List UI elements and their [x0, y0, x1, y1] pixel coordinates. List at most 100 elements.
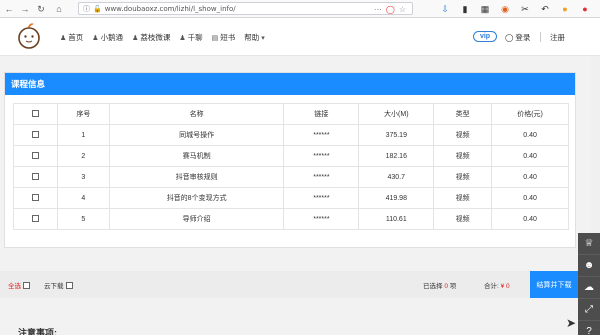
cell-price: 0.40 — [491, 166, 569, 188]
forward-arrow-icon[interactable]: → — [18, 2, 32, 16]
trophy-icon[interactable]: ♕ — [578, 233, 600, 255]
login-label: 登录 — [515, 33, 531, 42]
screenshot-icon[interactable]: ✂ — [520, 4, 530, 14]
caret-down-icon: ▾ — [261, 34, 265, 42]
vip-badge[interactable]: vip — [473, 31, 497, 42]
table-row[interactable]: 1 同城号操作 ****** 375.19 视频 0.40 — [13, 124, 569, 146]
reload-icon[interactable]: ↻ — [34, 2, 48, 16]
cell-price: 0.40 — [491, 208, 569, 230]
wechat-icon[interactable]: ☁ — [578, 277, 600, 299]
main-menu: ♟ 首页 ♟ 小鹅通 ♟ 荔枝微课 ♟ 千聊 ▤ 短书 帮助 ▾ — [60, 32, 265, 43]
more-icon[interactable]: ⋯ — [374, 5, 382, 14]
cell-type: 视频 — [433, 166, 493, 188]
url-text[interactable]: www.doubaoxz.com/lizhi/l_show_info/ — [105, 5, 236, 13]
checkout-bar: 全选 云下载 已选择 0 项 合计: ¥ 0 结算并下载 — [0, 271, 578, 298]
book-icon: ▤ — [211, 34, 219, 42]
notes-title: 注意事项: — [18, 328, 57, 335]
cell-type: 视频 — [433, 187, 493, 209]
menu-item-label: 短书 — [220, 33, 236, 42]
download-icon[interactable]: ⇩ — [440, 4, 450, 14]
header-checkbox-cell — [13, 103, 58, 125]
total-value: ¥ 0 — [500, 283, 510, 290]
home-icon: ♟ — [60, 34, 67, 42]
table-row[interactable]: 2 赛马机制 ****** 182.16 视频 0.40 — [13, 145, 569, 167]
sidebar-icon[interactable]: ▦ — [480, 4, 490, 14]
cloud-download-checkbox[interactable] — [65, 281, 73, 289]
bookmark-star-icon[interactable]: ☆ — [399, 5, 406, 14]
cloud-download-toggle[interactable]: 云下载 — [44, 280, 73, 290]
cell-size: 110.61 — [358, 208, 435, 230]
register-link[interactable]: 注册 — [550, 32, 565, 43]
row-checkbox-cell — [13, 145, 58, 167]
row-checkbox-cell — [13, 208, 58, 230]
total-amount: 合计: ¥ 0 — [484, 280, 510, 290]
row-checkbox-cell — [13, 187, 58, 209]
menu-item-label: 千聊 — [187, 33, 203, 42]
cell-type: 视频 — [433, 124, 493, 146]
course-info-panel: 课程信息 序号 名称 链接 大小(M) 类型 价格(元) 1 同城号操作 ***… — [4, 72, 576, 248]
row-checkbox[interactable] — [31, 173, 39, 181]
row-checkbox-cell — [13, 124, 58, 146]
home-icon[interactable]: ⌂ — [52, 2, 66, 16]
course-table: 序号 名称 链接 大小(M) 类型 价格(元) 1 同城号操作 ****** 3… — [13, 103, 569, 230]
sync-icon[interactable]: ◉ — [500, 4, 510, 14]
undo-icon[interactable]: ↶ — [540, 4, 550, 14]
selected-suffix: 项 — [449, 283, 457, 290]
cell-link: ****** — [283, 124, 360, 146]
cell-index: 5 — [56, 208, 110, 230]
select-all-toggle[interactable]: 全选 — [8, 280, 30, 290]
row-checkbox[interactable] — [31, 152, 39, 160]
cell-size: 419.98 — [358, 187, 435, 209]
select-all-checkbox[interactable] — [23, 281, 30, 289]
cell-type: 视频 — [433, 145, 493, 167]
floating-side-toolbar: ♕ ☻ ☁ ⤢ ? — [578, 233, 600, 335]
extension-icon[interactable]: ● — [580, 4, 590, 14]
cloud-download-label: 云下载 — [44, 283, 64, 290]
column-header: 大小(M) — [358, 103, 435, 125]
select-all-checkbox[interactable] — [31, 110, 39, 118]
row-checkbox[interactable] — [31, 215, 39, 223]
info-icon[interactable]: ⓘ — [83, 4, 90, 14]
user-icon: ♟ — [132, 34, 139, 42]
back-arrow-icon[interactable]: ← — [2, 2, 16, 16]
help-icon[interactable]: ? — [578, 321, 600, 335]
qq-icon[interactable]: ☻ — [578, 255, 600, 277]
scrollbar-track[interactable] — [591, 56, 600, 233]
menu-item-lizhi[interactable]: ♟ 荔枝微课 — [132, 32, 170, 43]
browser-toolbar: ← → ↻ ⌂ ⓘ 🔓 www.doubaoxz.com/lizhi/l_sho… — [0, 0, 600, 18]
menu-item-label: 荔枝微课 — [140, 33, 171, 42]
user-icon: ◯ — [505, 33, 514, 42]
toolbar-icons: ⇩ ▮ ▦ ◉ ✂ ↶ ● ● ☰ — [440, 2, 600, 16]
cell-size: 430.7 — [358, 166, 435, 188]
column-header: 链接 — [283, 103, 360, 125]
cell-name: 抖音的8个变现方式 — [108, 187, 285, 209]
selected-count: 已选择 0 项 — [423, 280, 456, 290]
select-all-label: 全选 — [8, 283, 21, 290]
table-row[interactable]: 3 抖音审核规则 ****** 430.7 视频 0.40 — [13, 166, 569, 188]
logo-icon[interactable] — [16, 22, 42, 50]
cell-name: 导师介绍 — [108, 208, 285, 230]
table-row[interactable]: 4 抖音的8个变现方式 ****** 419.98 视频 0.40 — [13, 187, 569, 209]
table-row[interactable]: 5 导师介绍 ****** 110.61 视频 0.40 — [13, 208, 569, 230]
url-actions: ⋯ ◯ ☆ — [374, 3, 406, 16]
cell-price: 0.40 — [491, 187, 569, 209]
menu-item-label: 小鹅通 — [100, 33, 124, 42]
cell-price: 0.40 — [491, 124, 569, 146]
row-checkbox[interactable] — [31, 194, 39, 202]
library-icon[interactable]: ▮ — [460, 4, 470, 14]
address-bar[interactable]: ⓘ 🔓 www.doubaoxz.com/lizhi/l_show_info/ … — [78, 2, 413, 15]
cell-link: ****** — [283, 166, 360, 188]
menu-item-duanshu[interactable]: ▤ 短书 — [212, 32, 236, 43]
total-label: 合计: — [484, 283, 499, 290]
menu-item-help[interactable]: 帮助 ▾ — [244, 32, 265, 43]
fullscreen-icon[interactable]: ⤢ — [578, 299, 600, 321]
login-link[interactable]: ◯ 登录 — [505, 32, 530, 43]
cell-index: 1 — [56, 124, 110, 146]
menu-item-xiaoetong[interactable]: ♟ 小鹅通 — [92, 32, 123, 43]
menu-item-qianliao[interactable]: ♟ 千聊 — [179, 32, 202, 43]
pocket-icon[interactable]: ◯ — [386, 5, 395, 14]
menu-item-home[interactable]: ♟ 首页 — [60, 32, 83, 43]
extension-icon[interactable]: ● — [560, 4, 570, 14]
row-checkbox[interactable] — [31, 131, 39, 139]
checkout-download-button[interactable]: 结算并下载 — [530, 271, 578, 298]
